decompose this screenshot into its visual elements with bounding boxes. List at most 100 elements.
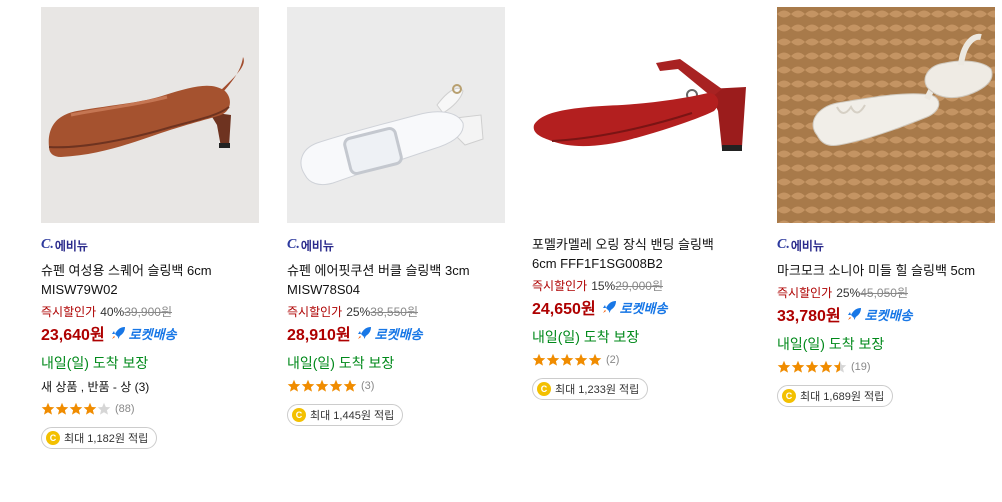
product-image[interactable] [532,7,750,223]
cash-reward-text: 최대 1,233원 적립 [555,384,640,396]
rating-count: (2) [606,354,620,366]
rocket-icon [602,301,616,313]
star-rating [41,402,111,416]
rating: (2) [532,352,754,368]
sale-price: 33,780원 [777,308,841,325]
cash-reward-badge: C 최대 1,233원 적립 [532,378,649,400]
star-icon [560,353,574,366]
price-info: 즉시할인가 40%39,900원 [41,305,263,320]
product-image[interactable] [287,7,505,223]
star-icon [574,353,588,366]
product-image[interactable] [41,7,259,223]
product-title[interactable]: 포멜카멜레 오링 장식 밴딩 슬링백 6cm FFF1F1SG008B2 [532,235,740,273]
ivory-ruched-slingback-icon [777,7,995,223]
original-price: 29,000원 [615,279,663,293]
discount-rate: 25% [836,286,861,300]
condition-info[interactable]: 새 상품 , 반품 - 상 (3) [41,380,263,395]
star-icon [777,360,791,373]
discount-label: 즉시할인가 [532,279,588,293]
sale-row: 24,650원 로켓배송 [532,296,754,319]
rocket-label: 로켓배송 [374,326,423,342]
star-rating [287,379,357,393]
product-card[interactable]: 포멜카멜레 오링 장식 밴딩 슬링백 6cm FFF1F1SG008B2 즉시할… [532,7,754,400]
rating-count: (88) [115,403,135,415]
product-card[interactable]: C. 에비뉴 슈펜 여성용 스퀘어 슬링백 6cm MISW79W02 즉시할인… [41,7,263,449]
star-icon [41,402,55,415]
cash-reward-badge: C 최대 1,182원 적립 [41,427,158,449]
product-card[interactable]: C. 에비뉴 마크모크 소니아 미들 힐 슬링백 5cm 즉시할인가 25%45,… [777,7,999,407]
brand-c-icon: C. [287,237,300,252]
rating: (88) [41,401,263,417]
coin-icon: C [46,431,60,445]
brand-logo: C. 에비뉴 [41,237,263,253]
delivery-promise: 내일(일) 도착 보장 [287,355,395,371]
rocket-icon [847,308,861,320]
product-title[interactable]: 슈펜 에어핏쿠션 버클 슬링백 3cm MISW78S04 [287,261,495,299]
cash-reward-badge: C 최대 1,689원 적립 [777,385,894,407]
star-icon [546,353,560,366]
brand-logo: C. 에비뉴 [777,237,999,253]
discount-rate: 25% [346,305,371,319]
discount-label: 즉시할인가 [777,286,833,300]
star-icon [833,360,847,373]
rating-count: (19) [851,361,871,373]
product-title[interactable]: 마크모크 소니아 미들 힐 슬링백 5cm [777,261,985,280]
rocket-badge: 로켓배송 [357,324,423,343]
rating: (3) [287,378,509,394]
rocket-label: 로켓배송 [128,326,177,342]
coin-icon: C [537,382,551,396]
original-price: 38,550원 [370,305,418,319]
sale-price: 24,650원 [532,301,596,318]
rating: (19) [777,359,999,375]
sale-row: 28,910원 로켓배송 [287,322,509,345]
brand-name: 에비뉴 [790,238,824,253]
brand-c-icon: C. [777,237,790,252]
sale-row: 33,780원 로켓배송 [777,303,999,326]
discount-rate: 15% [591,279,616,293]
brown-square-toe-slingback-icon [41,7,259,223]
rocket-label: 로켓배송 [619,300,668,316]
original-price: 45,050원 [860,286,908,300]
rocket-badge: 로켓배송 [111,324,177,343]
price-info: 즉시할인가 25%38,550원 [287,305,509,320]
star-icon [343,379,357,392]
rocket-icon [357,327,371,339]
cash-reward-text: 최대 1,182원 적립 [64,433,149,445]
coin-icon: C [782,389,796,403]
star-icon [315,379,329,392]
star-icon [588,353,602,366]
rocket-label: 로켓배송 [864,307,913,323]
delivery-promise: 내일(일) 도착 보장 [532,329,640,345]
star-icon [55,402,69,415]
rating-count: (3) [361,380,375,392]
star-icon [69,402,83,415]
star-icon [819,360,833,373]
price-info: 즉시할인가 15%29,000원 [532,279,754,294]
rocket-badge: 로켓배송 [847,305,913,324]
discount-label: 즉시할인가 [41,305,97,319]
coin-icon: C [292,408,306,422]
brand-c-icon: C. [41,237,54,252]
cash-reward-text: 최대 1,689원 적립 [800,391,885,403]
star-icon [791,360,805,373]
star-icon [287,379,301,392]
product-card[interactable]: C. 에비뉴 슈펜 에어핏쿠션 버클 슬링백 3cm MISW78S04 즉시할… [287,7,509,426]
red-suede-slingback-icon [532,7,750,223]
product-title[interactable]: 슈펜 여성용 스퀘어 슬링백 6cm MISW79W02 [41,261,249,299]
price-info: 즉시할인가 25%45,050원 [777,286,999,301]
delivery-promise: 내일(일) 도착 보장 [777,336,885,352]
discount-rate: 40% [100,305,125,319]
cash-reward-text: 최대 1,445원 적립 [310,410,395,422]
white-buckle-slingback-icon [287,7,505,223]
sale-price: 28,910원 [287,327,351,344]
star-icon [301,379,315,392]
star-rating [777,360,847,374]
star-icon [83,402,97,415]
rocket-badge: 로켓배송 [602,298,668,317]
star-rating [532,353,602,367]
product-image[interactable] [777,7,995,223]
star-icon [97,402,111,415]
sale-price: 23,640원 [41,327,105,344]
cash-reward-badge: C 최대 1,445원 적립 [287,404,404,426]
discount-label: 즉시할인가 [287,305,343,319]
